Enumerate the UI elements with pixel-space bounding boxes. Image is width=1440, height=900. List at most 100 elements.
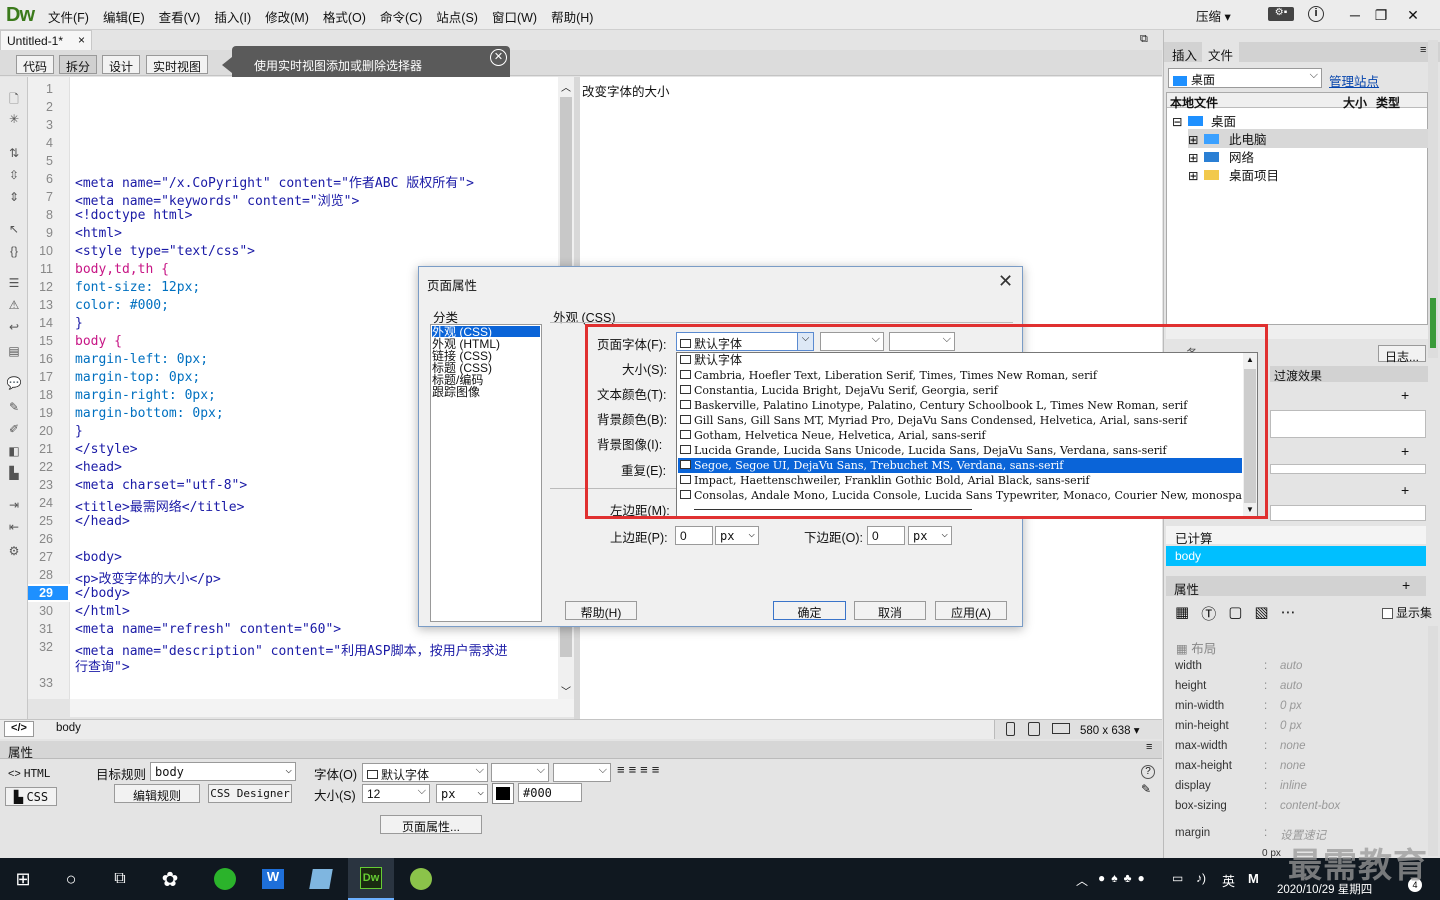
css-prop-value[interactable]: 0 px	[1280, 700, 1302, 712]
css-prop-value[interactable]: auto	[1280, 660, 1302, 672]
code-line[interactable]: <meta name="description" content="利用ASP脚…	[75, 640, 508, 659]
code-view-button[interactable]: 代码	[16, 55, 55, 74]
code-line[interactable]: <head>	[75, 460, 122, 475]
page-properties-button[interactable]: 页面属性...	[380, 815, 482, 834]
live-view-button[interactable]: 实时视图	[146, 55, 209, 74]
line-number[interactable]: 27	[28, 550, 53, 564]
menu-insert[interactable]: 插入(I)	[214, 7, 251, 26]
computed-item[interactable]: 已计算	[1166, 526, 1426, 546]
line-number[interactable]: 8	[28, 208, 53, 222]
css-prop-name[interactable]: max-height	[1175, 760, 1232, 772]
comment-icon[interactable]: 💬	[6, 376, 22, 390]
bottom-unit-select[interactable]: px	[908, 526, 952, 545]
line-number[interactable]: 16	[28, 352, 53, 366]
help-button[interactable]: 帮助(H)	[565, 601, 637, 620]
html-mode-button[interactable]: <> HTML	[8, 767, 50, 780]
css-prop-name[interactable]: min-width	[1175, 700, 1224, 712]
color-swatch[interactable]	[492, 783, 514, 804]
code-line[interactable]: <meta charset="utf-8">	[75, 478, 247, 493]
line-number[interactable]: 5	[28, 154, 53, 168]
scroll-down-icon[interactable]: ﹀	[561, 683, 571, 698]
browser-icon[interactable]	[202, 858, 248, 900]
line-number[interactable]: 30	[28, 604, 53, 618]
line-number[interactable]: 25	[28, 514, 53, 528]
highlight-invalid-icon[interactable]: ⚠	[6, 298, 22, 312]
panel-menu-icon[interactable]: ≡	[1420, 44, 1426, 56]
cancel-button[interactable]: 取消	[854, 601, 926, 620]
line-number[interactable]: 7	[28, 190, 53, 204]
code-line[interactable]: <body>	[75, 550, 122, 565]
line-number[interactable]: 6	[28, 172, 53, 186]
line-number[interactable]: 31	[28, 622, 53, 636]
tablet-size-icon[interactable]	[1028, 722, 1040, 736]
code-line[interactable]: <!doctype html>	[75, 208, 192, 223]
line-number[interactable]: 22	[28, 460, 53, 474]
line-number[interactable]: 9	[28, 226, 53, 240]
css-prop-name[interactable]: box-sizing	[1175, 800, 1227, 812]
line-number[interactable]: 20	[28, 424, 53, 438]
code-line[interactable]: margin-bottom: 0px;	[75, 406, 224, 421]
line-number[interactable]: 26	[28, 532, 53, 546]
font-weight-select[interactable]	[553, 763, 611, 782]
col-local-files[interactable]: 本地文件	[1170, 94, 1218, 111]
line-number[interactable]: 18	[28, 388, 53, 402]
restore-doc-icon[interactable]: ⧉	[1140, 33, 1148, 46]
code-line[interactable]: <meta name="refresh" content="60">	[75, 622, 341, 637]
ime-indicator[interactable]: 英	[1222, 871, 1235, 890]
expand-all-icon[interactable]: ⇕	[6, 190, 22, 204]
line-number[interactable]: 10	[28, 244, 53, 258]
apply-button[interactable]: 应用(A)	[935, 601, 1007, 620]
top-margin-input[interactable]: 0	[675, 526, 713, 545]
menu-file[interactable]: 文件(F)	[48, 7, 89, 26]
line-number[interactable]: 29	[28, 586, 68, 600]
close-button[interactable]: ✕	[1390, 0, 1436, 30]
windows-start-icon[interactable]: ⊞	[0, 858, 46, 900]
line-number[interactable]: 33	[28, 676, 53, 690]
tab-files[interactable]: 文件	[1202, 42, 1240, 63]
code-line[interactable]: body {	[75, 334, 122, 349]
ok-button[interactable]: 确定	[773, 601, 846, 620]
right-panel-scrollbar[interactable]	[1428, 40, 1438, 358]
code-line[interactable]: <p>改变字体的大小</p>	[75, 568, 221, 587]
menu-modify[interactable]: 修改(M)	[265, 7, 309, 26]
css-prop-value[interactable]: none	[1280, 740, 1306, 752]
line-number[interactable]: 13	[28, 298, 53, 312]
task-view-icon[interactable]: ⧉	[97, 858, 143, 900]
code-line[interactable]: <style type="text/css">	[75, 244, 255, 259]
window-size[interactable]: 580 x 638 ▾	[1080, 723, 1140, 737]
color-input[interactable]: #000	[518, 783, 582, 802]
css-prop-name[interactable]: min-height	[1175, 720, 1229, 732]
props-scrollbar[interactable]	[1428, 626, 1438, 856]
design-view-button[interactable]: 设计	[102, 55, 141, 74]
filter-box[interactable]	[1270, 505, 1426, 521]
line-numbers-icon[interactable]: ☰	[6, 276, 22, 290]
code-line[interactable]: 行查询">	[75, 656, 130, 675]
line-number[interactable]: 4	[28, 136, 53, 150]
edit-rule-button[interactable]: 编辑规则	[114, 784, 200, 803]
css-prop-value[interactable]: 0 px	[1280, 720, 1302, 732]
code-line[interactable]: margin-top: 0px;	[75, 370, 200, 385]
size-select[interactable]: 12	[362, 784, 430, 803]
move-css-icon[interactable]: ▙	[6, 466, 22, 480]
css-prop-value[interactable]: none	[1280, 760, 1306, 772]
css-designer-button[interactable]: CSS Designer	[208, 784, 292, 803]
menu-view[interactable]: 查看(V)	[159, 7, 201, 26]
line-number[interactable]: 11	[28, 262, 53, 276]
format-source-icon[interactable]: ⚙	[6, 544, 22, 558]
remove-comment-icon[interactable]: ✎	[6, 400, 22, 414]
search-icon[interactable]: ○	[48, 858, 94, 900]
close-tab-icon[interactable]: ×	[78, 33, 85, 47]
tree-item-network[interactable]: ⊞ 网络	[1188, 147, 1254, 166]
panel-menu-icon[interactable]: ≡	[1146, 741, 1152, 753]
wrap-tag-icon[interactable]: ✐	[6, 422, 22, 436]
line-number[interactable]: 14	[28, 316, 53, 330]
design-paragraph[interactable]: 改变字体的大小	[582, 81, 670, 100]
code-line[interactable]: }	[75, 424, 83, 439]
target-rule-select[interactable]: body	[150, 762, 296, 781]
selector-body[interactable]: body	[1166, 546, 1426, 566]
add-icon[interactable]: +	[1401, 482, 1409, 498]
dialog-close-icon[interactable]: ✕	[998, 271, 1013, 292]
bottom-margin-input[interactable]: 0	[867, 526, 905, 545]
code-line[interactable]: <html>	[75, 226, 122, 241]
margin-prop[interactable]: margin	[1175, 827, 1210, 839]
